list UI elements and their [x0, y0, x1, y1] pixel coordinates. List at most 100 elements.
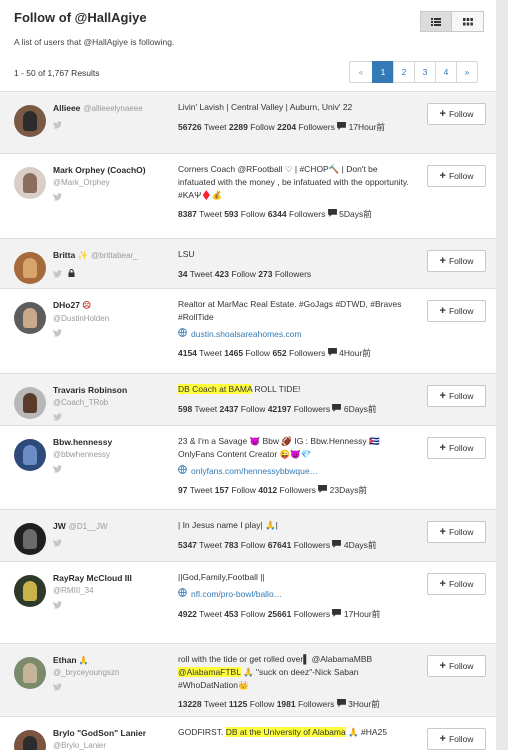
- pagination-next[interactable]: »: [456, 61, 478, 83]
- tweet-count-label: Tweet: [199, 348, 222, 359]
- user-website-url[interactable]: onlyfans.com/hennessybbwque…: [191, 465, 318, 478]
- follow-button[interactable]: + Follow: [427, 385, 486, 407]
- user-handle[interactable]: @_bryceyoungszn: [53, 668, 171, 677]
- user-name[interactable]: Ethan 🙏: [53, 655, 171, 665]
- pagination-page-1[interactable]: 1: [372, 61, 394, 83]
- user-handle[interactable]: @allieeelynaeee: [83, 104, 142, 113]
- last-tweet-time: 5Days前: [339, 209, 372, 220]
- avatar[interactable]: [14, 730, 46, 750]
- twitter-link[interactable]: [53, 413, 171, 423]
- user-name-block: Bbw.hennessy @bbwhennessy: [53, 437, 171, 475]
- followers-count-label: Followers: [293, 403, 331, 414]
- user-website-link[interactable]: nfl.com/pro-bowl/ballo…: [178, 587, 413, 601]
- follow-button[interactable]: + Follow: [427, 655, 486, 677]
- following-count-label: Follow: [231, 485, 256, 496]
- following-count-label: Follow: [240, 608, 266, 619]
- user-name[interactable]: Brylo "GodSon" Lanier: [53, 728, 171, 738]
- twitter-link[interactable]: [53, 683, 171, 693]
- user-website-link[interactable]: onlyfans.com/hennessybbwque…: [178, 464, 413, 478]
- twitter-link[interactable]: [53, 539, 171, 549]
- follow-button[interactable]: + Follow: [427, 573, 486, 595]
- user-display-name[interactable]: Britta: [53, 250, 75, 260]
- follow-button[interactable]: + Follow: [427, 103, 486, 125]
- user-handle[interactable]: @bbwhennessy: [53, 450, 171, 459]
- twitter-link[interactable]: [53, 269, 171, 279]
- tweet-count: 4154: [178, 348, 197, 359]
- user-name[interactable]: Mark Orphey (CoachO): [53, 165, 171, 175]
- list-view-icon: [431, 17, 441, 26]
- avatar[interactable]: [14, 252, 46, 284]
- follow-button[interactable]: + Follow: [427, 300, 486, 322]
- grid-view-button[interactable]: [452, 11, 484, 32]
- twitter-link[interactable]: [53, 121, 171, 131]
- twitter-link[interactable]: [53, 601, 171, 611]
- plus-icon: +: [439, 107, 446, 120]
- user-display-name[interactable]: Bbw.hennessy: [53, 437, 112, 447]
- avatar-figure: [23, 736, 37, 750]
- pagination-page-2[interactable]: 2: [393, 61, 415, 83]
- last-tweet-time: 4Hour前: [339, 348, 371, 359]
- twitter-bird-icon: [53, 601, 62, 609]
- followers-count-label: Followers: [289, 348, 326, 359]
- user-name[interactable]: Travaris Robinson: [53, 385, 171, 395]
- user-row: DHo27 ☹ @DustinHolden Realtor at MarMac Re…: [0, 288, 496, 373]
- user-display-name[interactable]: Allieee: [53, 103, 80, 113]
- avatar[interactable]: [14, 657, 46, 689]
- user-name[interactable]: Bbw.hennessy: [53, 437, 171, 447]
- user-display-name[interactable]: RayRay McCloud III: [53, 573, 132, 583]
- chat-bubble-icon: [332, 608, 342, 619]
- user-name[interactable]: RayRay McCloud III: [53, 573, 171, 583]
- user-name[interactable]: DHo27 ☹: [53, 300, 171, 311]
- avatar[interactable]: [14, 105, 46, 137]
- follow-button[interactable]: + Follow: [427, 728, 486, 750]
- follow-button[interactable]: + Follow: [427, 165, 486, 187]
- avatar[interactable]: [14, 302, 46, 334]
- user-website-url[interactable]: nfl.com/pro-bowl/ballo…: [191, 588, 282, 601]
- follow-button-label: Follow: [448, 443, 474, 453]
- user-bio-block: roll with the tide or get rolled over▌ @…: [178, 653, 413, 711]
- follow-button[interactable]: + Follow: [427, 521, 486, 543]
- sparkle-emoji-icon: ✨: [75, 250, 89, 260]
- user-display-name[interactable]: Brylo "GodSon" Lanier: [53, 728, 146, 738]
- follow-button[interactable]: + Follow: [427, 250, 486, 272]
- user-display-name[interactable]: Ethan: [53, 655, 77, 665]
- tweet-count: 34: [178, 268, 188, 279]
- twitter-link[interactable]: [53, 329, 171, 339]
- pagination-page-3[interactable]: 3: [414, 61, 436, 83]
- user-stats: 4922 Tweet 453 Follow 25661 Followers 17…: [178, 608, 413, 621]
- avatar[interactable]: [14, 387, 46, 419]
- list-view-button[interactable]: [420, 11, 452, 32]
- user-handle[interactable]: @Coach_TRob: [53, 398, 171, 407]
- user-name[interactable]: Britta ✨ @brittabear_: [53, 250, 171, 261]
- user-handle[interactable]: @DustinHolden: [53, 314, 171, 323]
- user-bio-block: DB Coach at BAMA ROLL TIDE! 598 Tweet 243…: [178, 383, 413, 416]
- avatar-figure: [23, 393, 37, 413]
- user-name[interactable]: JW @D1__JW: [53, 521, 171, 531]
- avatar[interactable]: [14, 167, 46, 199]
- user-display-name[interactable]: Mark Orphey (CoachO): [53, 165, 146, 175]
- twitter-link[interactable]: [53, 465, 171, 475]
- avatar[interactable]: [14, 523, 46, 555]
- user-handle[interactable]: @RMIII_34: [53, 586, 171, 595]
- user-display-name[interactable]: JW: [53, 521, 66, 531]
- user-bio: 23 & I'm a Savage 😈 Bbw 🏈 IG : Bbw.Henne…: [178, 435, 413, 461]
- twitter-link[interactable]: [53, 193, 171, 203]
- user-handle[interactable]: @D1__JW: [69, 522, 108, 531]
- user-handle[interactable]: @brittabear_: [91, 251, 137, 260]
- pagination-prev[interactable]: «: [349, 61, 373, 83]
- last-tweet-time: 23Days前: [329, 485, 367, 496]
- user-website-link[interactable]: dustin.shoalsareahomes.com: [178, 327, 413, 341]
- follow-button[interactable]: + Follow: [427, 437, 486, 459]
- user-handle[interactable]: @Mark_Orphey: [53, 178, 171, 187]
- page-title: Follow of @HallAgiye: [14, 10, 147, 25]
- pagination-page-4[interactable]: 4: [435, 61, 457, 83]
- user-display-name[interactable]: DHo27: [53, 300, 80, 310]
- user-handle[interactable]: @Brylo_Lanier: [53, 741, 171, 750]
- avatar[interactable]: [14, 439, 46, 471]
- avatar[interactable]: [14, 575, 46, 607]
- user-website-url[interactable]: dustin.shoalsareahomes.com: [191, 328, 302, 341]
- follow-button-label: Follow: [448, 306, 474, 316]
- user-display-name[interactable]: Travaris Robinson: [53, 385, 127, 395]
- user-name[interactable]: Allieee @allieeelynaeee: [53, 103, 171, 113]
- tweet-count-label: Tweet: [199, 209, 222, 220]
